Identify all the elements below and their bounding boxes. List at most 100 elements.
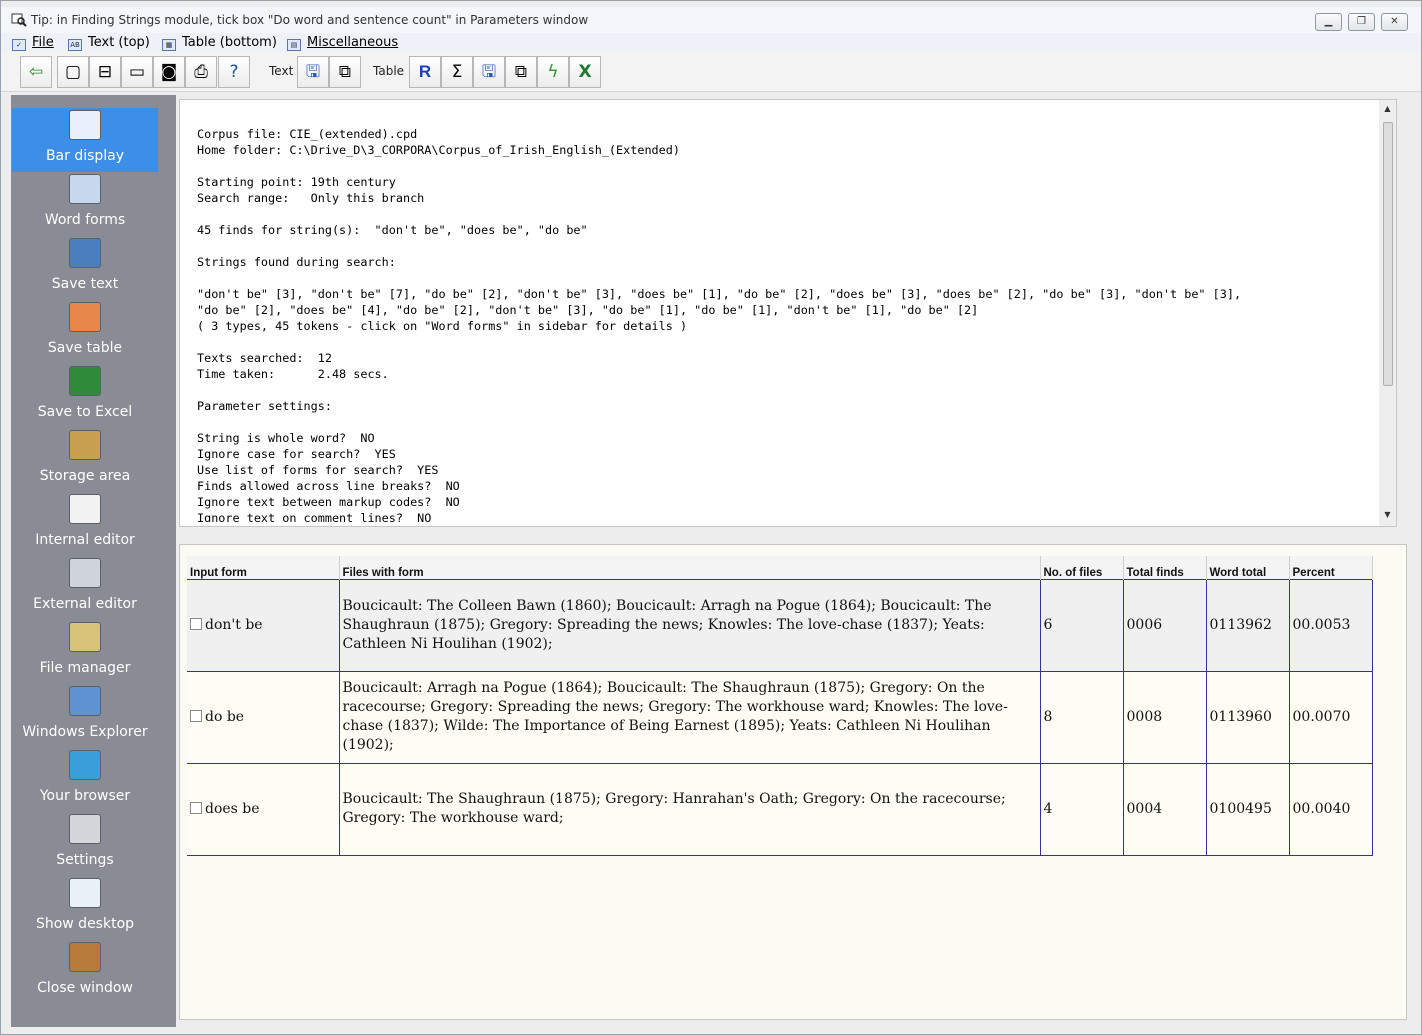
cell-words: 0113960 <box>1205 670 1290 764</box>
sidebar-item-label: Close window <box>37 980 133 996</box>
report-line: Use list of forms for search? YES <box>197 463 439 477</box>
report-line: Strings found during search: <box>197 255 396 269</box>
excel-icon <box>69 366 101 396</box>
excel-export-button[interactable]: X <box>569 56 601 88</box>
close-button[interactable]: ✕ <box>1381 13 1408 31</box>
computer-icon <box>69 686 101 716</box>
cell-percent: 00.0053 <box>1288 578 1373 672</box>
report-line: Search range: Only this branch <box>197 191 425 205</box>
column-header[interactable]: No. of files <box>1040 556 1124 579</box>
table-save-button[interactable]: 🖫 <box>473 56 505 88</box>
row-checkbox[interactable] <box>190 617 202 630</box>
table-row[interactable]: do be Boucicault: Arragh na Pogue (1864);… <box>187 670 1373 764</box>
input-form-text: do be <box>205 708 245 725</box>
text-output-pane[interactable]: Corpus file: CIE_(extended).cpd Home fold… <box>179 99 1397 527</box>
wrench-icon <box>69 558 101 588</box>
sidebar-item-label: Internal editor <box>35 532 135 548</box>
lightning-icon[interactable]: ϟ <box>537 56 569 88</box>
layout-single-button[interactable]: ▢ <box>57 56 89 88</box>
column-header[interactable]: Input form <box>187 556 340 579</box>
pane-splitter[interactable] <box>179 531 1397 541</box>
minimize-button[interactable]: ▁ <box>1315 13 1342 31</box>
report-line <box>197 238 1379 254</box>
column-header[interactable]: Percent <box>1289 556 1373 579</box>
sidebar-item-show-desktop[interactable]: Show desktop <box>12 876 158 940</box>
table-toolbar-label: Table <box>373 64 405 78</box>
sidebar-item-external-editor[interactable]: External editor <box>12 556 158 620</box>
report-line: "don't be" [3], "don't be" [7], "do be" … <box>197 287 1242 301</box>
notepad-icon <box>69 494 101 524</box>
word-forms-icon <box>69 174 101 204</box>
cell-nfiles: 4 <box>1039 762 1124 856</box>
menu-text-top[interactable]: AB Text (top) <box>68 33 150 52</box>
sidebar-item-save-to-excel[interactable]: Save to Excel <box>12 364 158 428</box>
report-line <box>197 414 1379 430</box>
save-text-icon <box>69 238 101 268</box>
restore-button[interactable]: ❐ <box>1348 13 1375 31</box>
sidebar-item-bar-display[interactable]: Bar display <box>12 108 158 172</box>
title-bar: Tip: in Finding Strings module, tick box… <box>1 7 1421 33</box>
sidebar-item-internal-editor[interactable]: Internal editor <box>12 492 158 556</box>
r-export-button[interactable]: R <box>409 56 441 88</box>
layout-frame-button[interactable]: ◙ <box>153 56 185 88</box>
sidebar-item-close-window[interactable]: Close window <box>12 940 158 1004</box>
globe-icon <box>69 750 101 780</box>
report-line: Ignore case for search? YES <box>197 447 396 461</box>
text-copy-button[interactable]: ⧉ <box>329 56 361 88</box>
row-checkbox[interactable] <box>190 801 202 814</box>
input-form-cell: do be <box>187 670 340 764</box>
row-checkbox[interactable] <box>190 709 202 722</box>
sidebar-item-label: Storage area <box>39 468 131 484</box>
column-header[interactable]: Files with form <box>339 556 1041 579</box>
sidebar-item-your-browser[interactable]: Your browser <box>12 748 158 812</box>
column-header[interactable]: Total finds <box>1123 556 1207 579</box>
print-button[interactable]: ⎙ <box>185 56 217 88</box>
sidebar-item-file-manager[interactable]: File manager <box>12 620 158 684</box>
sidebar-item-windows-explorer[interactable]: Windows Explorer <box>12 684 158 748</box>
toolbar: ⇦ ▢ ⊟ ▭ ◙ ⎙ ? Text 🖫 ⧉ Table R Σ 🖫 ⧉ ϟ X <box>1 52 1421 132</box>
report-line: Finds allowed across line breaks? NO <box>197 479 460 493</box>
exit-button[interactable]: ⇦ <box>20 56 52 88</box>
text-icon: AB <box>68 39 82 51</box>
text-save-button[interactable]: 🖫 <box>297 56 329 88</box>
input-form-cell: don't be <box>187 578 340 672</box>
input-form-cell: does be <box>187 762 340 856</box>
magnifier-app-icon <box>11 13 27 27</box>
report-line: Ignore text on comment lines? NO <box>197 511 432 522</box>
cell-files: Boucicault: The Colleen Bawn (1860); Bou… <box>338 578 1041 672</box>
sidebar-item-settings[interactable]: Settings <box>12 812 158 876</box>
scroll-up-icon[interactable]: ▲ <box>1381 104 1394 113</box>
sidebar-item-storage-area[interactable]: Storage area <box>12 428 158 492</box>
report-line: ( 3 types, 45 tokens - click on "Word fo… <box>197 319 688 333</box>
menu-table-bottom[interactable]: ▦ Table (bottom) <box>162 33 277 52</box>
sidebar-item-label: Windows Explorer <box>22 724 148 740</box>
check-icon: ✓ <box>12 39 26 51</box>
cell-nfiles: 6 <box>1039 578 1124 672</box>
sidebar-item-save-table[interactable]: Save table <box>12 300 158 364</box>
layout-split-button[interactable]: ⊟ <box>89 56 121 88</box>
layout-bar-button[interactable]: ▭ <box>121 56 153 88</box>
report-line <box>197 382 1379 398</box>
cell-words: 0100495 <box>1205 762 1290 856</box>
report-line: Time taken: 2.48 secs. <box>197 367 389 381</box>
sidebar-item-save-text[interactable]: Save text <box>12 236 158 300</box>
table-copy-button[interactable]: ⧉ <box>505 56 537 88</box>
cell-nfiles: 8 <box>1039 670 1124 764</box>
menu-bar: ✓ File AB Text (top) ▦ Table (bottom) ▤ Misc… <box>1 33 1421 52</box>
vertical-scrollbar[interactable]: ▲ ▼ <box>1379 100 1396 526</box>
scroll-thumb[interactable] <box>1383 122 1393 386</box>
help-button[interactable]: ? <box>218 56 250 88</box>
sum-button[interactable]: Σ <box>441 56 473 88</box>
scroll-down-icon[interactable]: ▼ <box>1381 510 1394 519</box>
save-table-icon <box>69 302 101 332</box>
sidebar-item-label: Your browser <box>39 788 131 804</box>
menu-miscellaneous[interactable]: ▤ Miscellaneous <box>287 33 398 52</box>
window-title: Tip: in Finding Strings module, tick box… <box>31 13 589 27</box>
report-line: String is whole word? NO <box>197 431 375 445</box>
table-row[interactable]: does be Boucicault: The Shaughraun (1875)… <box>187 762 1373 856</box>
sidebar-item-word-forms[interactable]: Word forms <box>12 172 158 236</box>
gear-icon <box>69 814 101 844</box>
menu-file[interactable]: ✓ File <box>12 33 54 52</box>
table-row[interactable]: don't be Boucicault: The Colleen Bawn (18… <box>187 578 1373 672</box>
column-header[interactable]: Word total <box>1206 556 1290 579</box>
